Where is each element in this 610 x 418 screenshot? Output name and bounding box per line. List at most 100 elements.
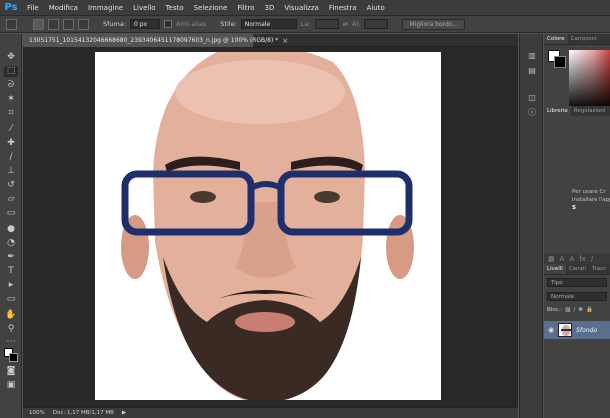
tab-campioni[interactable]: Campioni (568, 34, 600, 44)
lock-all-icon[interactable]: 🔒 (586, 307, 593, 313)
background-color-swatch[interactable] (9, 353, 18, 362)
move-tool-icon[interactable]: ✥ (4, 52, 18, 63)
layer-row[interactable]: ◉ Sfondo (544, 321, 610, 339)
layers-panel-tabs: Livelli Canali Tracc (544, 264, 610, 275)
panel-icon-strip: ▥ ▤ ◫ ⓘ (519, 34, 543, 418)
magic-wand-tool-icon[interactable]: ✶ (4, 94, 18, 105)
menu-selezione[interactable]: Selezione (189, 4, 233, 12)
menu-livello[interactable]: Livello (128, 4, 160, 12)
history-icon[interactable]: ▥ (526, 50, 538, 61)
visibility-eye-icon[interactable]: ◉ (548, 326, 554, 334)
document-canvas[interactable] (95, 52, 441, 400)
menu-filtro[interactable]: Filtro (232, 4, 259, 12)
menu-immagine[interactable]: Immagine (83, 4, 128, 12)
lock-paint-icon[interactable]: ∕ (574, 307, 576, 313)
menu-file[interactable]: File (22, 4, 44, 12)
tab-librerie[interactable]: Librerie (544, 106, 571, 116)
healing-tool-icon[interactable]: ✚ (4, 138, 18, 149)
library-message-line3: S (572, 205, 576, 211)
width-input[interactable] (314, 19, 339, 29)
menu-modifica[interactable]: Modifica (44, 4, 83, 12)
menu-testo[interactable]: Testo (161, 4, 189, 12)
tab-regolazioni[interactable]: Regolazioni (571, 106, 609, 116)
tools-panel: ✥ ⬚ ᘐ ✶ ⌗ ⁄ ✚ ∕ ⊥ ↺ ▱ ▭ ● ◔ ✒ T ▸ ▭ ✋ ⚲ … (0, 34, 22, 418)
tab-livelli[interactable]: Livelli (544, 264, 566, 274)
shape-tool-icon[interactable]: ▭ (4, 294, 18, 305)
panel-background-swatch[interactable] (554, 56, 566, 68)
document-tabs: 13051751_10154132046668680_2393406451178… (23, 34, 518, 47)
character-style-icon[interactable]: A (560, 255, 565, 263)
color-panel (544, 45, 610, 115)
height-label: Al: (352, 20, 361, 28)
pen-tool-icon[interactable]: ✒ (4, 252, 18, 263)
menu-3d[interactable]: 3D (259, 4, 279, 12)
portrait-photo (121, 52, 414, 400)
lock-pixels-icon[interactable]: ▨ (565, 307, 570, 313)
edit-toolbar-icon[interactable]: ⋯ (4, 337, 18, 348)
feather-input[interactable]: 0 px (130, 19, 161, 29)
status-menu-icon[interactable]: ▶ (122, 410, 126, 416)
tab-canali[interactable]: Canali (566, 264, 589, 274)
library-message: Per usare Cr installare l'app S (572, 188, 610, 212)
eraser-tool-icon[interactable]: ▱ (4, 194, 18, 205)
status-bar: 100% Doc: 1,17 MB/1,17 MB ▶ (23, 407, 518, 418)
eyedropper-tool-icon[interactable]: ⁄ (4, 124, 18, 135)
layer-filter-select[interactable]: Tipo (547, 278, 607, 287)
info-icon[interactable]: ⓘ (526, 107, 538, 118)
lock-position-icon[interactable]: ✥ (578, 307, 583, 313)
menu-finestra[interactable]: Finestra (324, 4, 362, 12)
document-tab[interactable]: 13051751_10154132046668680_2393406451178… (23, 34, 288, 47)
brush-tool-icon[interactable]: ∕ (4, 152, 18, 163)
refine-edge-button[interactable]: Migliora bordo... (402, 18, 466, 30)
close-icon[interactable]: × (282, 37, 288, 45)
layer-thumbnail (558, 323, 573, 337)
library-panel: Per usare Cr installare l'app S (544, 116, 610, 256)
quick-mask-icon[interactable]: ◙ (4, 366, 18, 377)
gradient-tool-icon[interactable]: ▭ (4, 208, 18, 219)
intersect-selection-icon[interactable] (78, 18, 89, 30)
tab-colore[interactable]: Colore (544, 34, 568, 44)
width-label: La: (300, 20, 311, 28)
color-picker-field[interactable] (569, 50, 610, 110)
doc-size-info: Doc: 1,17 MB/1,17 MB (52, 410, 114, 416)
paragraph-style-icon[interactable]: A (569, 255, 574, 263)
history-brush-tool-icon[interactable]: ↺ (4, 180, 18, 191)
hand-tool-icon[interactable]: ✋ (4, 310, 18, 321)
antialias-checkbox[interactable] (164, 20, 173, 28)
subtract-selection-icon[interactable] (63, 18, 74, 30)
right-panels: Colore Campioni Librerie Regolazioni Per… (544, 34, 610, 418)
document-tab-title: 13051751_10154132046668680_2393406451178… (29, 37, 279, 44)
layer-name[interactable]: Sfondo (576, 327, 597, 334)
style-select[interactable]: Normale (240, 19, 297, 29)
antialias-label: Anti-alias (176, 20, 207, 28)
zoom-tool-icon[interactable]: ⚲ (4, 324, 18, 335)
blend-mode-select[interactable]: Normale (547, 292, 607, 301)
menu-visualizza[interactable]: Visualizza (279, 4, 323, 12)
add-selection-icon[interactable] (48, 18, 59, 30)
swatches-icon[interactable]: ◫ (526, 92, 538, 103)
zoom-level[interactable]: 100% (29, 410, 45, 416)
color-panel-tabs: Colore Campioni (544, 34, 610, 45)
properties-icon[interactable]: ▤ (526, 65, 538, 76)
blur-tool-icon[interactable]: ● (4, 224, 18, 235)
swap-icon[interactable]: ⇄ (343, 20, 348, 28)
screen-mode-icon[interactable]: ▣ (4, 380, 18, 391)
path-selection-tool-icon[interactable]: ▸ (4, 280, 18, 291)
crop-tool-icon[interactable]: ⌗ (4, 108, 18, 119)
brush-preset-icon[interactable]: ∕ (591, 255, 593, 263)
marquee-tool-icon[interactable]: ⬚ (4, 66, 18, 77)
lasso-tool-icon[interactable]: ᘐ (4, 80, 18, 91)
dodge-tool-icon[interactable]: ◔ (4, 238, 18, 249)
marquee-preset-icon[interactable] (6, 18, 17, 30)
graphics-icon[interactable]: ▦ (548, 255, 555, 263)
stamp-tool-icon[interactable]: ⊥ (4, 166, 18, 177)
menu-aiuto[interactable]: Aiuto (362, 4, 390, 12)
new-selection-icon[interactable] (33, 18, 44, 30)
fx-icon[interactable]: fx (579, 255, 586, 263)
options-bar: Sfuma: 0 px Anti-alias Stile: Normale La… (0, 16, 610, 33)
lock-row: Bloc.: ▨ ∕ ✥ 🔒 (547, 307, 593, 313)
height-input[interactable] (364, 19, 389, 29)
tab-tracciati[interactable]: Tracc (589, 264, 609, 274)
type-tool-icon[interactable]: T (4, 266, 18, 277)
app-logo: Ps (4, 2, 18, 13)
